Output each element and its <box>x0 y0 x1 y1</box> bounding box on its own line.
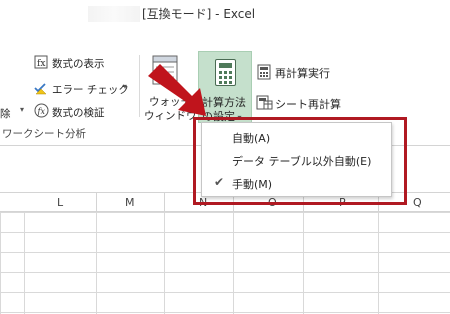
svg-text:fx: fx <box>37 59 45 69</box>
window-title: [互換モード] - Excel <box>142 7 256 21</box>
evaluate-formula-icon[interactable]: fx <box>34 103 49 118</box>
annotation-arrow <box>148 64 206 116</box>
column-header-m[interactable]: M <box>125 196 135 209</box>
evaluate-formula-button[interactable]: 数式の検証 <box>52 105 105 120</box>
annotation-highlight-box <box>193 117 407 205</box>
calculate-sheet-icon[interactable] <box>256 95 273 110</box>
error-check-button[interactable]: エラー チェック <box>52 82 129 97</box>
calculate-now-icon[interactable] <box>257 64 271 80</box>
worksheet-grid[interactable] <box>0 212 450 314</box>
remove-arrows-button[interactable]: 除 <box>0 106 11 121</box>
group-label-formula-auditing: ワークシート分析 <box>2 128 86 140</box>
calculate-sheet-button[interactable]: シート再計算 <box>275 96 341 112</box>
show-formulas-button[interactable]: 数式の表示 <box>52 56 105 71</box>
error-check-icon[interactable] <box>33 81 47 95</box>
error-check-dropdown-icon[interactable]: ▾ <box>123 82 127 91</box>
svg-text:fx: fx <box>37 107 46 116</box>
show-formulas-icon[interactable]: fx <box>34 55 48 69</box>
column-header-l[interactable]: L <box>57 196 63 209</box>
remove-arrows-dropdown-icon[interactable]: ▾ <box>20 105 24 114</box>
title-bar: [互換モード] - Excel <box>0 0 450 28</box>
column-header-q[interactable]: Q <box>413 196 422 209</box>
file-name-blurred <box>88 6 140 22</box>
calculate-now-button[interactable]: 再計算実行 <box>275 65 330 81</box>
